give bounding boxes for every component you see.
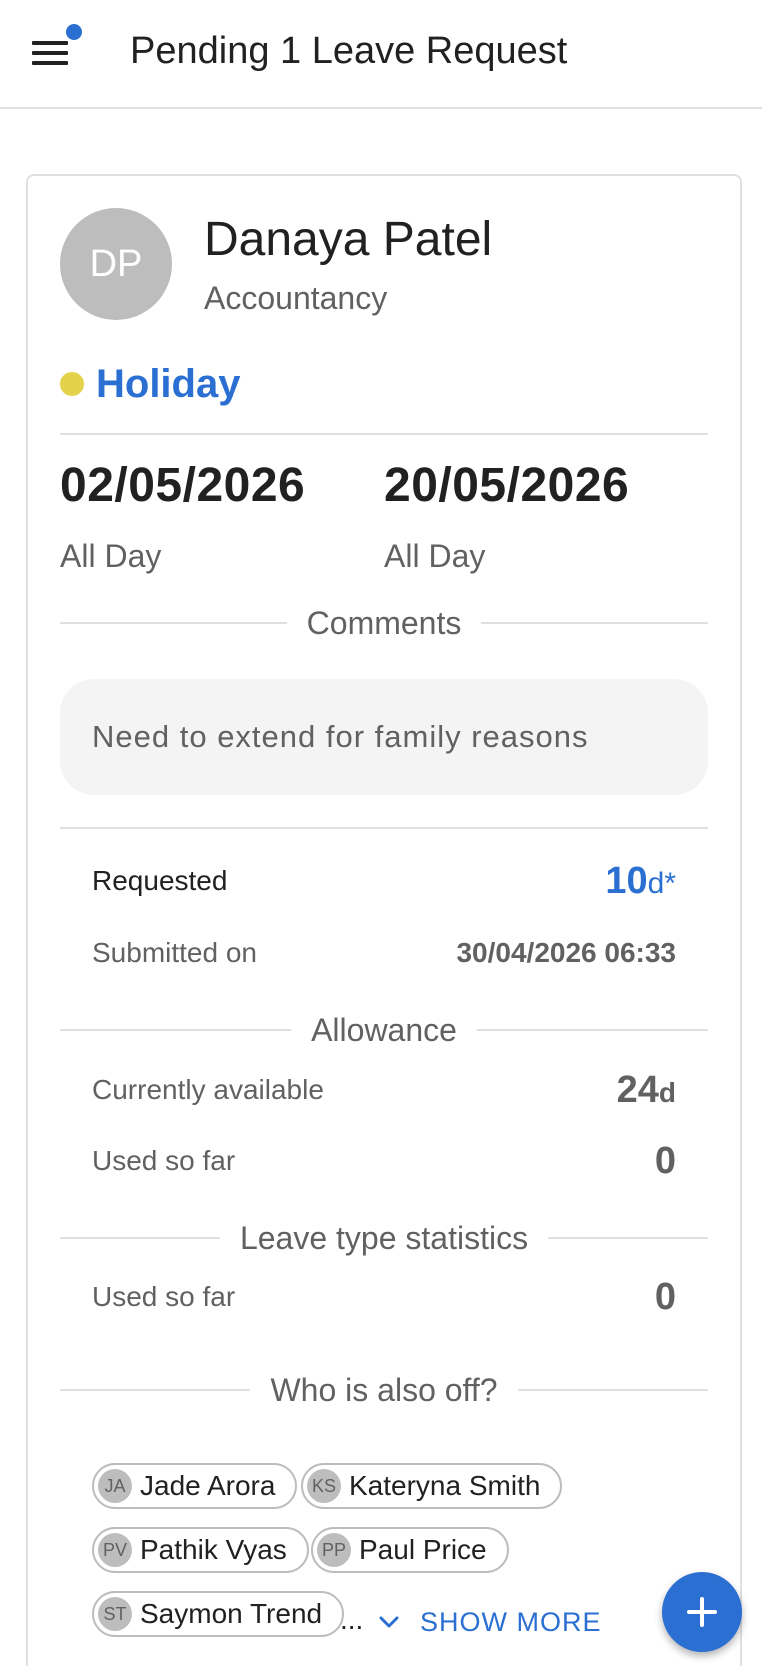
currently-available-value: 24d: [617, 1068, 676, 1120]
divider: [60, 827, 708, 829]
currently-available-unit: d: [658, 1077, 676, 1108]
chevron-down-icon: [379, 1616, 399, 1628]
show-more-button[interactable]: SHOW MORE: [378, 1604, 602, 1640]
comment-text: Need to extend for family reasons: [60, 679, 708, 795]
person-chip[interactable]: ST Saymon Trend: [92, 1591, 345, 1637]
more-people-ellipsis: ...: [340, 1604, 364, 1635]
employee-avatar: DP: [60, 208, 172, 320]
leave-type-label: Holiday: [96, 362, 241, 406]
plus-icon: [687, 1597, 717, 1627]
person-avatar: PV: [98, 1533, 132, 1567]
also-off-section-header: Who is also off?: [60, 1370, 709, 1410]
show-more-label: SHOW MORE: [420, 1606, 602, 1637]
comments-section-header: Comments: [60, 603, 709, 643]
person-avatar: JA: [98, 1469, 132, 1503]
person-avatar: KS: [307, 1469, 341, 1503]
employee-department: Accountancy: [204, 280, 388, 316]
divider: [60, 433, 708, 435]
leave-type-color-dot: [60, 372, 84, 396]
notification-dot: [66, 24, 82, 40]
person-chip[interactable]: KS Kateryna Smith: [301, 1463, 563, 1509]
person-chip[interactable]: PP Paul Price: [311, 1527, 509, 1573]
menu-button[interactable]: [20, 24, 82, 84]
used-so-far-label: Used so far: [92, 1145, 236, 1176]
person-name: Jade Arora: [140, 1470, 276, 1501]
person-chip[interactable]: PV Pathik Vyas: [92, 1527, 309, 1573]
requested-label: Requested: [92, 865, 228, 896]
person-name: Kateryna Smith: [349, 1470, 541, 1501]
end-date: 20/05/2026: [384, 459, 630, 512]
also-off-heading: Who is also off?: [270, 1372, 498, 1408]
page: Pending 1 Leave Request DP Danaya Patel …: [0, 0, 762, 1666]
start-period: All Day: [60, 538, 162, 574]
employee-name: Danaya Patel: [204, 213, 493, 266]
currently-available-days: 24: [616, 1069, 659, 1111]
allowance-heading: Allowance: [311, 1012, 457, 1048]
submitted-label: Submitted on: [92, 937, 257, 968]
person-avatar: ST: [98, 1597, 132, 1631]
currently-available-label: Currently available: [92, 1074, 324, 1105]
requested-days: 10: [605, 860, 648, 902]
requested-unit: d*: [647, 867, 676, 900]
allowance-section-header: Allowance: [60, 1010, 709, 1050]
end-period: All Day: [384, 538, 486, 574]
used-so-far-value: 0: [654, 1140, 676, 1182]
comments-heading: Comments: [306, 605, 462, 641]
hamburger-menu-icon: [32, 41, 68, 45]
person-chip[interactable]: JA Jade Arora: [92, 1463, 298, 1509]
page-title: Pending 1 Leave Request: [130, 30, 568, 72]
person-avatar: PP: [317, 1533, 351, 1567]
leave-stats-used-label: Used so far: [92, 1281, 236, 1312]
person-name: Pathik Vyas: [140, 1534, 287, 1565]
leave-stats-heading: Leave type statistics: [239, 1220, 529, 1256]
add-fab-button[interactable]: [662, 1572, 742, 1652]
submitted-value: 30/04/2026 06:33: [456, 937, 676, 968]
requested-value: 10d*: [605, 859, 676, 911]
leave-stats-used-value: 0: [654, 1276, 676, 1318]
top-app-bar: Pending 1 Leave Request: [0, 0, 762, 109]
person-name: Saymon Trend: [140, 1598, 323, 1629]
leave-stats-section-header: Leave type statistics: [60, 1218, 709, 1258]
person-name: Paul Price: [359, 1534, 487, 1565]
start-date: 02/05/2026: [60, 459, 306, 512]
